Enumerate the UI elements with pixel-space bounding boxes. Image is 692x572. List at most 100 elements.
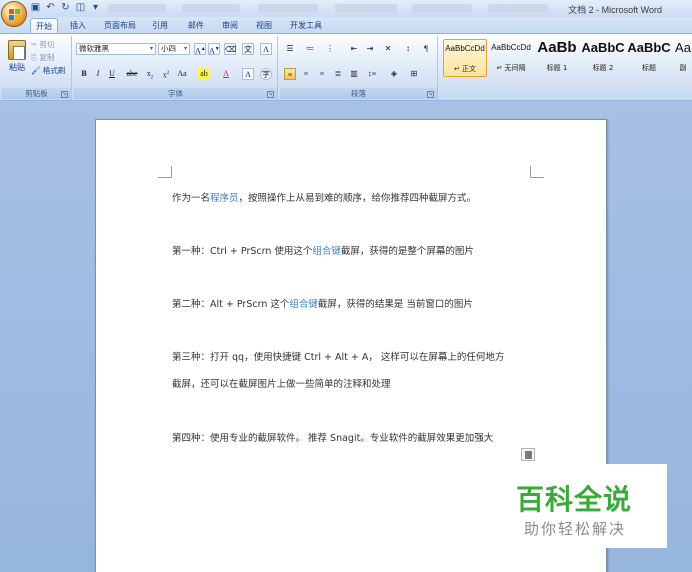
tab-page-layout[interactable]: 页面布局 [100,18,140,34]
tab-review[interactable]: 审阅 [216,18,244,34]
style-heading-1[interactable]: AaBb 标题 1 [535,39,579,77]
ribbon: 粘贴 ✂ 剪切 ⎘ 复制 🖌 格式刷 剪贴板 ↘ 微软雅黑 ▾ 小四 ▾ A▲ A▼… [0,33,692,101]
bullets-icon[interactable]: ☰ [284,43,296,55]
hyperlink[interactable]: 组合键 [312,246,341,257]
style-subtitle[interactable]: Aa 副 [673,39,692,77]
hyperlink[interactable]: 程序员 [210,193,239,204]
clipboard-launcher-icon[interactable]: ↘ [61,91,68,98]
style-normal[interactable]: AaBbCcDd ↵ 正文 [443,39,487,77]
style-sample: Aa [675,40,691,55]
char-shading-button[interactable]: A [242,68,254,80]
font-size-select[interactable]: 小四 ▾ [158,43,190,55]
cut-button[interactable]: ✂ 剪切 [31,39,55,50]
align-left-icon[interactable]: ≡ [284,68,296,80]
distributed-icon[interactable]: ▥ [348,68,360,80]
strikethrough-button[interactable]: abc [126,68,138,80]
paragraph-group: ☰ ≔ ⋮ ⇤ ⇥ ✕ ↕ ¶ ≡ ≡ ≡ ≣ ▥ ↕≡ ◈ ⊞ 段落 ↘ [280,36,438,100]
redo-icon[interactable]: ↻ [60,2,71,13]
save-icon[interactable]: ▣ [30,2,41,13]
margin-corner-marker [530,166,544,178]
paragraph[interactable]: 第三种：打开 qq，使用快捷键 Ctrl + Alt + A， 这样可以在屏幕上… [172,349,504,363]
font-launcher-icon[interactable]: ↘ [267,91,274,98]
blurred-tab [182,4,240,12]
watermark: 百科全说 助你轻松解决 [498,464,667,548]
numbering-icon[interactable]: ≔ [304,43,316,55]
title-bar: ▣ ↶ ↻ ◫ ▾ 文档 2 - Microsoft Word [0,0,692,27]
format-painter-label: 格式刷 [42,66,66,75]
tab-home[interactable]: 开始 [30,18,58,34]
multilevel-list-icon[interactable]: ⋮ [324,43,336,55]
paragraph-launcher-icon[interactable]: ↘ [427,91,434,98]
line-spacing-icon[interactable]: ↕≡ [366,68,378,80]
paste-icon [8,40,26,60]
style-sample: AaBbCcDd [491,43,531,52]
blurred-tab [412,4,472,12]
chinese-layout-icon[interactable]: ✕ [382,43,394,55]
paste-options-icon[interactable] [521,448,535,461]
grow-font-button[interactable]: A▲ [194,43,206,56]
tab-developer[interactable]: 开发工具 [284,18,328,34]
print-preview-icon[interactable]: ◫ [75,2,86,13]
tab-view[interactable]: 视图 [250,18,278,34]
paragraph-text: 第一种：Ctrl + PrScrn 使用这个 [172,246,313,257]
tab-references[interactable]: 引用 [146,18,174,34]
undo-icon[interactable]: ↶ [45,2,56,13]
paragraph-text: 截屏，获得的结果是 当前窗口的图片 [317,299,473,310]
quick-access-toolbar: ▣ ↶ ↻ ◫ ▾ [30,2,101,13]
tab-insert[interactable]: 插入 [64,18,92,34]
paste-button[interactable]: 粘贴 [5,38,29,78]
office-logo-icon [9,9,20,20]
style-no-spacing[interactable]: AaBbCcDd ↵ 无间隔 [489,39,533,77]
blurred-tab [335,4,397,12]
paragraph[interactable]: 第二种：Alt + PrScrn 这个组合键截屏，获得的结果是 当前窗口的图片 [172,296,473,310]
cut-label: 剪切 [39,40,55,49]
decrease-indent-icon[interactable]: ⇤ [348,43,360,55]
align-right-icon[interactable]: ≡ [316,68,328,80]
align-center-icon[interactable]: ≡ [300,68,312,80]
blurred-tab [488,4,548,12]
paragraph[interactable]: 截屏，还可以在截屏图片上做一些简单的注释和处理 [172,376,391,390]
font-group: 微软雅黑 ▾ 小四 ▾ A▲ A▼ ⌫ 文 A B I U abc x2 x2 Aa… [74,36,278,100]
font-family-select[interactable]: 微软雅黑 ▾ [76,43,156,55]
show-marks-icon[interactable]: ¶ [420,43,432,55]
shrink-font-button[interactable]: A▼ [208,43,220,56]
qat-dropdown-icon[interactable]: ▾ [90,2,101,13]
justify-icon[interactable]: ≣ [332,68,344,80]
paragraph[interactable]: 作为一名程序员，按照操作上从易到难的顺序，给你推荐四种截屏方式。 [172,190,476,204]
style-name: 副 [679,64,687,72]
char-border-button[interactable]: A [260,43,272,55]
format-painter-button[interactable]: 🖌 格式刷 [31,65,65,76]
font-group-label: 字体 [74,88,277,99]
style-heading-2[interactable]: AaBbC 标题 2 [581,39,625,77]
watermark-logo-text: 百科全说 [516,483,633,516]
sort-icon[interactable]: ↕ [402,43,414,55]
window-title: 文档 2 - Microsoft Word [568,5,662,15]
subscript-button[interactable]: x2 [144,68,156,81]
tab-mailings[interactable]: 邮件 [182,18,210,34]
bold-button[interactable]: B [78,68,90,80]
phonetic-guide-button[interactable]: 文 [242,43,254,55]
enclose-char-button[interactable]: 字 [260,68,272,80]
ribbon-tabs: 开始 插入 页面布局 引用 邮件 审阅 视图 开发工具 [0,17,692,34]
hyperlink[interactable]: 组合键 [289,299,318,310]
copy-button[interactable]: ⎘ 复制 [31,52,54,63]
style-sample: AaBbCcDd [445,44,485,53]
style-title[interactable]: AaBbC 标题 [627,39,671,77]
clear-format-button[interactable]: ⌫ [224,43,236,55]
borders-icon[interactable]: ⊞ [408,68,420,80]
superscript-button[interactable]: x2 [160,68,172,80]
paragraph-text: 截屏，获得的是整个屏幕的图片 [340,246,474,257]
paragraph[interactable]: 第一种：Ctrl + PrScrn 使用这个组合键截屏，获得的是整个屏幕的图片 [172,243,474,257]
italic-button[interactable]: I [92,68,104,80]
underline-button[interactable]: U [106,68,118,80]
styles-gallery: AaBbCcDd ↵ 正文 AaBbCcDd ↵ 无间隔 AaBb 标题 1 A… [443,39,692,79]
increase-indent-icon[interactable]: ⇥ [364,43,376,55]
paragraph-text: 作为一名 [172,193,211,204]
shading-icon[interactable]: ◈ [388,68,400,80]
change-case-button[interactable]: Aa [176,68,188,80]
highlight-icon[interactable]: ab [198,68,210,80]
office-button[interactable] [1,1,27,27]
font-color-icon[interactable]: A [220,68,232,80]
margin-corner-marker [158,166,172,178]
paragraph[interactable]: 第四种：使用专业的截屏软件。 推荐 Snagit。专业软件的截屏效果更加强大 [172,430,493,444]
